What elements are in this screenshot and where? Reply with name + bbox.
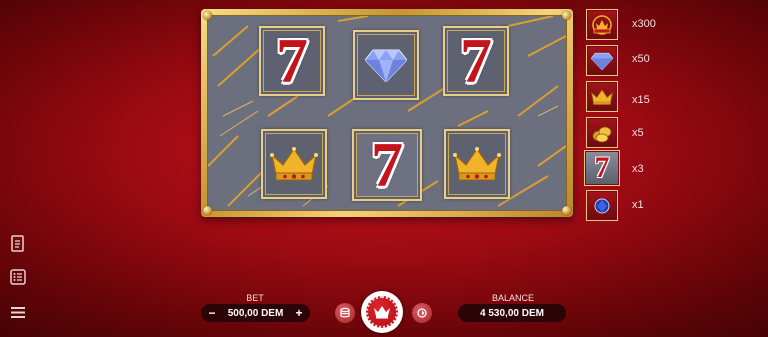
- game-board: 7 7 7: [201, 9, 573, 217]
- reel-cell-r2c2: 7: [352, 129, 422, 201]
- seven-symbol: 7: [371, 129, 403, 200]
- reel-area: 7 7 7: [207, 15, 567, 211]
- reel-cell-r2c1: [261, 129, 327, 199]
- crown-icon: [453, 147, 501, 181]
- reel-cell-r1c3: 7: [443, 26, 509, 96]
- frame-bolt-icon: [562, 206, 571, 215]
- balance-label: BALANCE: [491, 293, 535, 303]
- refresh-icon: [417, 308, 427, 318]
- diamond-icon: [365, 49, 407, 82]
- menu-icon[interactable]: [9, 303, 27, 321]
- reel-cell-r1c2: [353, 30, 419, 100]
- paytable-multiplier: x3: [632, 163, 644, 175]
- paytable-diamond-icon: [586, 45, 618, 76]
- paytable-multiplier: x5: [632, 127, 644, 139]
- paytable-jackpot-icon: [586, 9, 618, 40]
- paytable-multiplier: x50: [632, 53, 650, 65]
- paytable-multiplier: x300: [632, 18, 656, 30]
- crown-icon: [270, 147, 318, 181]
- bet-control: − 500,00 DEM +: [201, 304, 310, 322]
- seven-symbol: 7: [460, 25, 492, 96]
- reel-cell-r1c1: 7: [259, 26, 325, 96]
- paytable-gold-coins-icon: [586, 117, 618, 148]
- history-icon[interactable]: [9, 268, 27, 286]
- paytable-multiplier: x1: [632, 199, 644, 211]
- balance-display: 4 530,00 DEM: [458, 304, 566, 322]
- reel-cell-r2c3: [444, 129, 510, 199]
- seven-symbol-small: 7: [594, 151, 610, 184]
- paytable-seven-icon: 7: [584, 150, 620, 186]
- bet-increase-button[interactable]: +: [292, 306, 306, 320]
- turbo-button[interactable]: [412, 303, 432, 323]
- spin-button-inner: [366, 296, 398, 328]
- frame-bolt-icon: [203, 206, 212, 215]
- seven-symbol: 7: [276, 25, 308, 96]
- rules-icon[interactable]: [9, 234, 27, 252]
- frame-bolt-icon: [203, 11, 212, 20]
- paytable-multiplier: x15: [632, 94, 650, 106]
- spin-button[interactable]: [361, 291, 403, 333]
- balance-value: 4 530,00 DEM: [480, 307, 544, 319]
- paytable-crown-icon: [586, 81, 618, 112]
- bet-value: 500,00 DEM: [227, 307, 284, 319]
- stack-icon: [340, 307, 350, 318]
- frame-bolt-icon: [562, 11, 571, 20]
- autoplay-button[interactable]: [335, 303, 355, 323]
- paytable-sapphire-icon: [586, 190, 618, 221]
- crown-icon: [374, 306, 390, 319]
- bet-label: BET: [246, 293, 264, 303]
- bet-decrease-button[interactable]: −: [205, 306, 219, 320]
